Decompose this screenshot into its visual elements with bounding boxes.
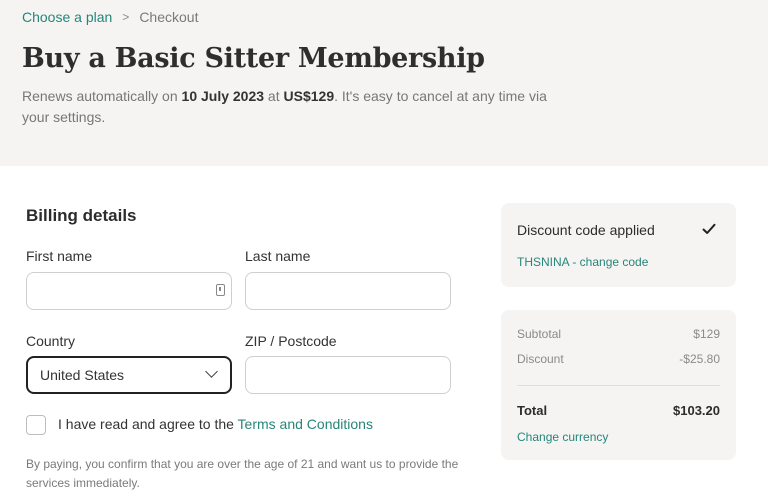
zip-input[interactable] [246,357,450,393]
breadcrumb: Choose a plan > Checkout [22,9,198,25]
page-title: Buy a Basic Sitter Membership [22,43,485,74]
terms-agree-text: I have read and agree to the [58,416,238,432]
total-row: Total $103.20 [517,403,720,418]
discount-row: Discount -$25.80 [517,352,720,366]
first-name-field[interactable] [26,272,232,310]
discount-card: Discount code applied THSNINA - change c… [501,203,736,287]
terms-conditions-link[interactable]: Terms and Conditions [238,416,373,432]
subtotal-row: Subtotal $129 [517,327,720,341]
zip-field[interactable] [245,356,451,394]
discount-label: Discount [517,352,564,366]
country-select[interactable]: United States [26,356,232,394]
autofill-contact-icon[interactable] [216,284,225,296]
breadcrumb-choose-plan-link[interactable]: Choose a plan [22,9,112,25]
terms-agreement: I have read and agree to the Terms and C… [58,416,373,432]
renewal-prefix: Renews automatically on [22,88,182,104]
chevron-right-icon: > [122,10,130,24]
subtotal-value: $129 [693,327,720,341]
change-currency-link[interactable]: Change currency [517,430,608,444]
order-summary-card: Subtotal $129 Discount -$25.80 Total $10… [501,310,736,460]
last-name-label: Last name [245,248,311,264]
renewal-mid: at [264,88,284,104]
payment-disclaimer: By paying, you confirm that you are over… [26,457,459,490]
check-icon [702,223,716,234]
discount-value: -$25.80 [679,352,720,366]
country-selected-value: United States [40,367,125,383]
zip-label: ZIP / Postcode [245,333,337,349]
discount-applied-title: Discount code applied [517,222,655,238]
total-value: $103.20 [673,403,720,418]
first-name-input[interactable] [27,273,231,309]
breadcrumb-current: Checkout [139,9,199,25]
billing-details-heading: Billing details [26,206,137,225]
total-label: Total [517,403,548,418]
country-label: Country [26,333,76,349]
renewal-text: Renews automatically on 10 July 2023 at … [22,86,562,128]
page-header: Choose a plan > Checkout Buy a Basic Sit… [0,0,768,166]
summary-divider [517,385,720,386]
first-name-label: First name [26,248,93,264]
chevron-down-icon [205,365,218,378]
change-code-link[interactable]: THSNINA - change code [517,255,648,269]
last-name-field[interactable] [245,272,451,310]
renewal-date: 10 July 2023 [181,88,265,104]
renewal-price: US$129 [283,88,335,104]
last-name-input[interactable] [246,273,450,309]
terms-checkbox[interactable] [26,415,46,435]
subtotal-label: Subtotal [517,327,562,341]
